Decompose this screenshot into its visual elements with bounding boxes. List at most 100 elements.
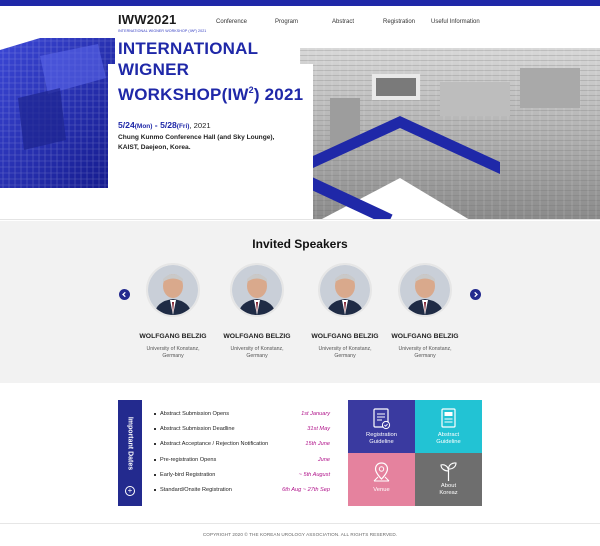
speaker-name: WOLFGANG BELZIG [223,333,291,340]
bullet-icon [154,412,156,415]
hero-title-line3-prefix: WORKSHOP(IW [118,85,249,104]
date-end-day: (Fri) [176,123,190,130]
map-pin-icon [373,462,390,482]
speaker-affiliation-line2: Germany [162,353,184,359]
speaker-name: WOLFGANG BELZIG [391,333,459,340]
speaker-card[interactable]: WOLFGANG BELZIG University of Konstanz, G… [305,263,385,360]
date-row-label: Abstract Submission Opens [160,411,230,417]
site-footer: COPYRIGHT 2020 © THE KOREAN UROLOGY ASSO… [0,523,600,546]
bullet-icon [154,442,156,445]
date-row-value: 6th Aug ~ 27th Sep [282,487,330,493]
date-row-value: ~ 5th August [298,472,330,478]
tile-label: Venue [373,487,390,493]
important-dates-label: Important Dates [126,416,134,471]
date-start: 5/24 [118,120,135,130]
speaker-affiliation: University of Konstanz, Germany [385,346,465,360]
tile-label-line2: Guideline [369,439,394,446]
date-row-value: June [317,457,330,463]
sprout-icon [440,462,457,481]
date-row: Standard/Onsite Registration 6th Aug ~ 27… [154,487,330,493]
tile-label: Registration Guideline [348,432,415,446]
date-row: Pre-registration Opens June [154,457,330,463]
nav-useful-information[interactable]: Useful Information [431,19,480,25]
chevron-right-icon [474,291,478,298]
hero-dates: 5/24(Mon) - 5/28(Fri), 2021 [118,120,211,130]
speaker-affiliation-line2: Germany [334,353,356,359]
carousel-prev-button[interactable] [119,289,130,300]
tile-label-line2: Guideline [436,439,461,446]
document-list-icon [441,408,456,428]
abstract-guideline-tile[interactable]: Abstract Guideline [415,400,482,453]
speaker-affiliation-line1: University of Konstanz, [318,346,372,352]
date-row-label: Pre-registration Opens [160,457,217,463]
speaker-name: WOLFGANG BELZIG [139,333,207,340]
bullet-icon [154,488,156,491]
bullet-icon [154,458,156,461]
document-check-icon [373,408,391,430]
important-dates-tab: Important Dates + [118,400,142,506]
bullet-icon [154,473,156,476]
speaker-name: WOLFGANG BELZIG [311,333,379,340]
nav-conference[interactable]: Conference [216,19,247,25]
speaker-card[interactable]: WOLFGANG BELZIG University of Konstanz, G… [133,263,213,360]
speaker-affiliation: University of Konstanz, Germany [305,346,385,360]
tile-label-line1: Abstract [437,432,460,438]
date-row-label: Abstract Submission Deadline [160,426,235,432]
date-row: Abstract Acceptance / Rejection Notifica… [154,441,330,447]
speaker-photo [318,263,372,317]
date-row-label: Abstract Acceptance / Rejection Notifica… [160,441,269,447]
nav-registration[interactable]: Registration [383,19,415,25]
speaker-affiliation-line2: Germany [414,353,436,359]
about-korea-tile[interactable]: About Koreaz [415,453,482,506]
hero-title-line2: WIGNER [118,60,190,79]
date-row-label: Early-bird Registration [160,472,216,478]
plus-icon[interactable]: + [125,486,135,496]
speaker-affiliation: University of Konstanz, Germany [217,346,297,360]
hero-title-line3-suffix: ) 2021 [253,85,304,104]
date-year: , 2021 [189,121,211,130]
date-row-value: 1st January [301,411,330,417]
date-end: 5/28 [160,120,177,130]
speaker-card[interactable]: WOLFGANG BELZIG University of Konstanz, G… [217,263,297,360]
date-row: Abstract Submission Deadline 31st May [154,426,330,432]
speaker-card[interactable]: WOLFGANG BELZIG University of Konstanz, G… [385,263,465,360]
tile-label-line1: Registration [366,432,397,438]
hero-title-line1: INTERNATIONAL [118,39,259,58]
speaker-photo [230,263,284,317]
date-row: Abstract Submission Opens 1st January [154,411,330,417]
speaker-affiliation-line1: University of Konstanz, [398,346,452,352]
hero-title-line3: WORKSHOP(IW2) 2021 [118,80,303,105]
speaker-photo [398,263,452,317]
speaker-affiliation: University of Konstanz, Germany [133,346,213,360]
important-dates-panel: Important Dates + Abstract Submission Op… [118,400,339,506]
date-separator: - [152,120,161,130]
chevron-left-icon [122,291,126,298]
date-row-value: 15th June [305,441,330,447]
nav-program[interactable]: Program [275,19,298,25]
hero-title: INTERNATIONAL WIGNER WORKSHOP(IW2) 2021 [118,38,303,105]
speakers-title: Invited Speakers [252,237,348,251]
speaker-affiliation-line1: University of Konstanz, [230,346,284,352]
hero-venue: Chung Kunmo Conference Hall (and Sky Lou… [118,133,274,152]
speaker-affiliation-line2: Germany [246,353,268,359]
registration-guideline-tile[interactable]: Registration Guideline [348,400,415,453]
carousel-next-button[interactable] [470,289,481,300]
site-header: IWW2021 INTERNATIONAL WIGNER WORKSHOP (I… [0,6,600,38]
speaker-affiliation-line1: University of Konstanz, [146,346,200,352]
venue-line2: KAIST, Daejeon, Korea. [118,143,191,151]
venue-line1: Chung Kunmo Conference Hall (and Sky Lou… [118,134,275,141]
logo-subtitle: INTERNATIONAL WIGNER WORKSHOP (IW²) 2021 [118,29,207,33]
tile-label-line2: Koreaz [439,490,458,497]
date-row-label: Standard/Onsite Registration [160,487,232,493]
tile-label-line1: About [440,483,457,489]
date-row-value: 31st May [307,426,330,432]
speaker-photo [146,263,200,317]
venue-tile[interactable]: Venue [348,453,415,506]
logo-title: IWW2021 [118,12,177,27]
bullet-icon [154,427,156,430]
copyright-text: COPYRIGHT 2020 © THE KOREAN UROLOGY ASSO… [202,532,398,537]
nav-abstract[interactable]: Abstract [332,19,354,25]
date-start-day: (Mon) [134,123,153,130]
site-logo[interactable]: IWW2021 INTERNATIONAL WIGNER WORKSHOP (I… [118,13,206,33]
tile-label: Abstract Guideline [415,432,482,446]
